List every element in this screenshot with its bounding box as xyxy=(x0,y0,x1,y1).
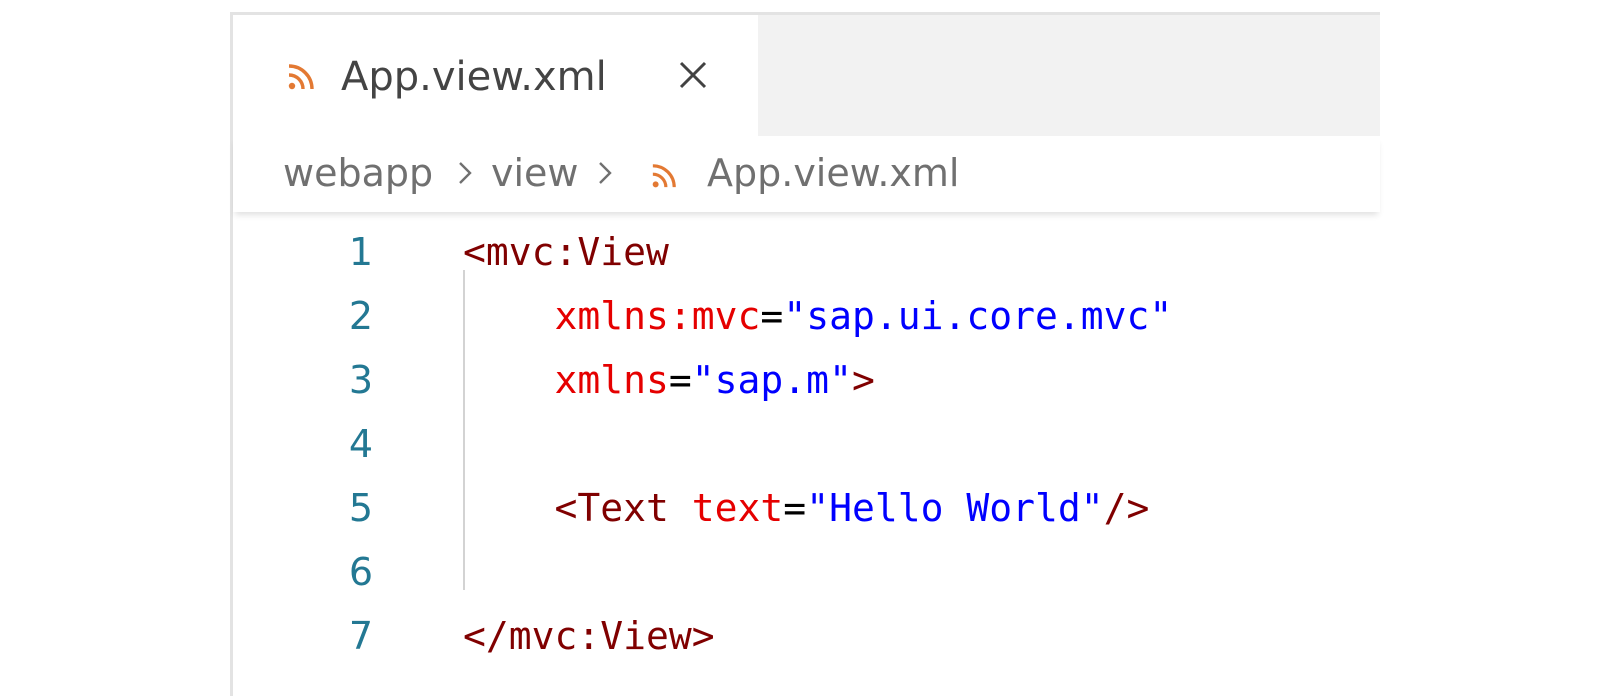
code-line[interactable]: 4 xyxy=(233,412,1380,476)
close-icon[interactable] xyxy=(673,55,713,95)
code-token-tag: </mvc:View> xyxy=(463,614,715,658)
code-token-tag: <Text xyxy=(463,486,692,530)
breadcrumb-item-view[interactable]: view xyxy=(491,150,579,196)
code-text: xmlns="sap.m"> xyxy=(463,348,875,412)
code-line[interactable]: 2 xmlns:mvc="sap.ui.core.mvc" xyxy=(233,284,1380,348)
code-line[interactable]: 3 xmlns="sap.m"> xyxy=(233,348,1380,412)
code-line[interactable]: 5 <Text text="Hello World"/> xyxy=(233,476,1380,540)
code-text: xmlns:mvc="sap.ui.core.mvc" xyxy=(463,284,1173,348)
code-token-str: "sap.ui.core.mvc" xyxy=(783,294,1173,338)
editor-window: App.view.xml webapp view App.view.xml 1 <… xyxy=(230,12,1380,699)
code-token-tag: <mvc:View xyxy=(463,230,669,274)
breadcrumb-item-file[interactable]: App.view.xml xyxy=(707,150,959,196)
code-line[interactable]: 1 <mvc:View xyxy=(233,220,1380,284)
code-token-str: "Hello World" xyxy=(806,486,1104,530)
line-number: 6 xyxy=(348,550,373,594)
line-number: 2 xyxy=(348,294,373,338)
xml-rss-icon xyxy=(652,164,676,188)
code-token-str: "sap.m" xyxy=(691,358,852,402)
code-token-tag: > xyxy=(851,358,875,402)
breadcrumb: webapp view App.view.xml xyxy=(233,136,1380,212)
chevron-right-icon xyxy=(459,162,472,184)
code-token-attr: xmlns:mvc xyxy=(463,294,761,338)
code-token-tag: /> xyxy=(1103,486,1150,530)
tab-app-view-xml[interactable]: App.view.xml xyxy=(233,15,758,136)
tab-bar: App.view.xml xyxy=(233,15,1380,136)
code-text: </mvc:View> xyxy=(463,604,715,668)
breadcrumb-item-webapp[interactable]: webapp xyxy=(283,150,433,196)
code-token-eq: = xyxy=(668,358,692,402)
code-text: <mvc:View xyxy=(463,220,669,284)
code-text: <Text text="Hello World"/> xyxy=(463,476,1150,540)
chevron-right-icon xyxy=(599,162,612,184)
code-token-eq: = xyxy=(760,294,784,338)
line-number: 1 xyxy=(348,230,373,274)
line-number: 4 xyxy=(348,422,373,466)
code-line[interactable]: 7 </mvc:View> xyxy=(233,604,1380,668)
code-line[interactable]: 6 xyxy=(233,540,1380,604)
code-token-attr: xmlns xyxy=(463,358,669,402)
xml-rss-icon xyxy=(288,64,314,90)
line-number: 3 xyxy=(348,358,373,402)
code-editor[interactable]: 1 <mvc:View 2 xmlns:mvc="sap.ui.core.mvc" 3… xyxy=(233,212,1380,699)
tab-label: App.view.xml xyxy=(341,54,607,100)
line-number: 5 xyxy=(348,486,373,530)
line-number: 7 xyxy=(348,614,373,658)
code-token-attr: text xyxy=(691,486,784,530)
code-token-eq: = xyxy=(783,486,807,530)
